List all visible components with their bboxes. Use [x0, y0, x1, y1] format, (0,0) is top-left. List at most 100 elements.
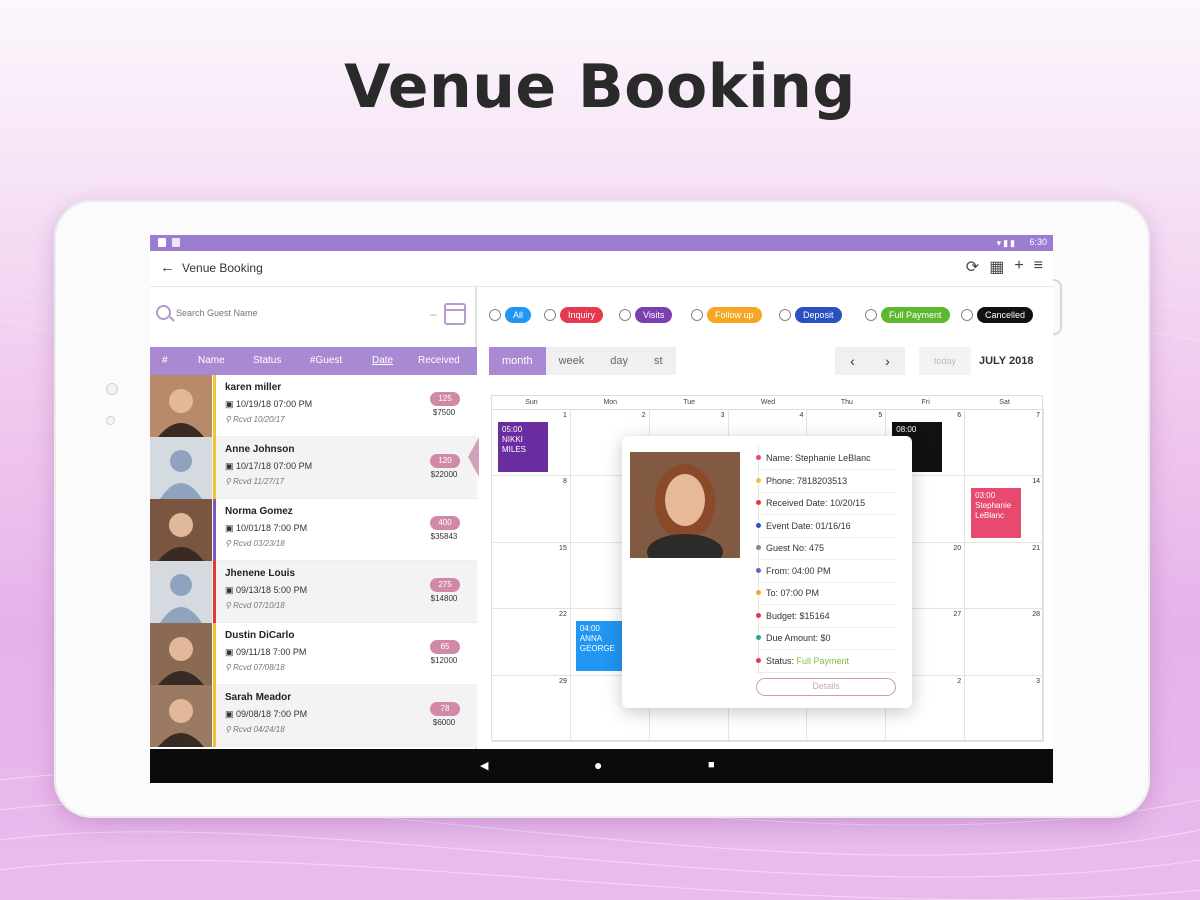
col-date[interactable]: Date [372, 355, 393, 366]
detail-row: Phone: 7818203513 [756, 471, 896, 493]
guest-count-badge: 65 [430, 640, 460, 654]
timeline-dot [756, 590, 761, 595]
detail-value: 04:00 PM [792, 565, 831, 576]
col-status[interactable]: Status [253, 355, 281, 366]
guest-row[interactable]: Norma Gomez ▣ 10/01/18 7:00 PM ⚲ Rcvd 03/2… [150, 499, 477, 561]
details-button[interactable]: Details [756, 678, 896, 696]
back-arrow-icon[interactable]: ← [160, 259, 175, 276]
detail-value: $15164 [799, 610, 830, 621]
filter-radio[interactable] [865, 309, 877, 321]
detail-row: Received Date: 10/20/15 [756, 493, 896, 515]
view-tabs: month week day st [489, 347, 676, 375]
link-icon: ⚲ [225, 539, 234, 548]
filter-radio[interactable] [691, 309, 703, 321]
link-icon: ⚲ [225, 663, 234, 672]
calendar-grid-icon[interactable]: ▦ [989, 257, 1004, 277]
day-number: 2 [957, 677, 962, 685]
calendar-event[interactable]: 05:00 NIKKI MILES [498, 422, 548, 472]
timeline-dot [756, 522, 761, 528]
filter-pill[interactable]: All [505, 307, 532, 323]
hero-title: Venue Booking [344, 52, 856, 122]
today-button[interactable]: today [919, 347, 971, 375]
booking-amount: $12000 [430, 656, 458, 665]
filter-radio[interactable] [544, 309, 556, 321]
filter-pill[interactable]: Deposit [795, 307, 842, 323]
filter-pill[interactable]: Cancelled [977, 307, 1034, 323]
calendar-event[interactable]: 04:00 ANNA GEORGE [575, 621, 622, 672]
event-guest-name: ANNA GEORGE [579, 634, 615, 654]
guest-row[interactable]: Dustin DiCarlo ▣ 09/11/18 7:00 PM ⚲ Rcvd 0… [150, 623, 477, 685]
tab-month[interactable]: month [489, 347, 546, 375]
filter-deposit[interactable]: Deposit [779, 307, 842, 323]
received-date: ⚲ Rcvd 07/08/18 [225, 663, 285, 672]
refresh-icon[interactable]: ⟳ [966, 257, 979, 277]
tab-list[interactable]: st [641, 347, 676, 375]
calendar-day-cell[interactable]: 29 [492, 675, 571, 742]
calendar-day-cell[interactable]: 28 [965, 609, 1044, 676]
nav-back-icon[interactable]: ◀ [480, 759, 488, 772]
timeline-dot [756, 567, 761, 573]
status-color-bar [213, 561, 216, 623]
filter-radio[interactable] [489, 309, 501, 321]
calendar-event[interactable]: 03:00 Stephanie LeBlanc [971, 488, 1022, 539]
search-icon [156, 305, 171, 320]
guest-avatar [150, 499, 212, 561]
filter-radio[interactable] [961, 309, 973, 321]
filter-pill[interactable]: Inquiry [560, 307, 604, 323]
day-number: 28 [1032, 611, 1040, 619]
guest-row[interactable]: Sarah Meador ▣ 09/08/18 7:00 PM ⚲ Rcvd 04/… [150, 685, 477, 747]
day-number: 15 [559, 544, 567, 552]
guest-row[interactable]: karen miller ▣ 10/19/18 07:00 PM ⚲ Rcvd 10… [150, 375, 477, 437]
notification-icon [172, 238, 180, 247]
filter-inquiry[interactable]: Inquiry [544, 307, 604, 323]
link-icon: ⚲ [225, 601, 234, 610]
filter-follow-up[interactable]: Follow up [691, 307, 762, 323]
detail-value: 475 [809, 543, 825, 553]
filter-pill[interactable]: Full Payment [881, 307, 950, 323]
filter-radio[interactable] [619, 309, 631, 321]
day-number: 14 [1032, 478, 1040, 486]
status-time: 6:30 [1029, 237, 1047, 247]
event-time: 03:00 [975, 491, 996, 501]
filter-visits[interactable]: Visits [619, 307, 673, 323]
booking-amount: $22000 [430, 470, 458, 479]
prev-month-button[interactable]: ‹ [835, 347, 870, 375]
next-month-button[interactable]: › [870, 347, 905, 375]
filter-all[interactable]: All [489, 307, 532, 323]
col-received[interactable]: Received [418, 355, 460, 366]
calendar-day-cell[interactable]: 3 [965, 675, 1044, 742]
nav-recent-icon[interactable]: ■ [708, 759, 715, 771]
calendar-day-cell[interactable]: 8 [492, 476, 571, 543]
menu-icon[interactable]: ≡ [1034, 257, 1043, 277]
tab-week[interactable]: week [546, 347, 598, 375]
calendar-day-cell[interactable]: 22 [492, 609, 571, 676]
search-input[interactable] [176, 304, 416, 322]
col-guest[interactable]: #Guest [310, 355, 342, 366]
detail-label: Guest No: [766, 543, 807, 553]
tab-day[interactable]: day [597, 347, 641, 375]
calendar-day-cell[interactable]: 7 [965, 410, 1044, 477]
timeline-dot [756, 477, 761, 483]
date-filter-icon[interactable] [444, 303, 466, 325]
detail-row: Budget: $15164 [756, 606, 896, 628]
day-number: 8 [562, 478, 567, 486]
guest-count-badge: 78 [430, 702, 460, 716]
filter-radio[interactable] [779, 309, 791, 321]
calendar-day-cell[interactable]: 21 [965, 542, 1044, 610]
month-nav: ‹ › [835, 347, 905, 375]
detail-label: Status: [766, 655, 795, 666]
guest-row[interactable]: Anne Johnson ▣ 10/17/18 07:00 PM ⚲ Rcvd 11… [150, 437, 477, 499]
filter-pill[interactable]: Visits [635, 307, 673, 323]
col-index[interactable]: # [162, 355, 168, 366]
filter-pill[interactable]: Follow up [707, 307, 762, 323]
nav-home-icon[interactable]: ● [594, 757, 602, 773]
filter-cancelled[interactable]: Cancelled [961, 307, 1034, 323]
add-icon[interactable]: + [1014, 257, 1023, 277]
calendar-small-icon: ▣ [225, 523, 237, 533]
guest-row[interactable]: Jhenene Louis ▣ 09/13/18 5:00 PM ⚲ Rcvd 07… [150, 561, 477, 623]
col-name[interactable]: Name [198, 355, 225, 366]
booking-amount: $7500 [432, 408, 456, 417]
calendar-day-cell[interactable]: 15 [492, 542, 571, 610]
filter-full-payment[interactable]: Full Payment [865, 307, 950, 323]
guest-avatar [150, 561, 212, 623]
